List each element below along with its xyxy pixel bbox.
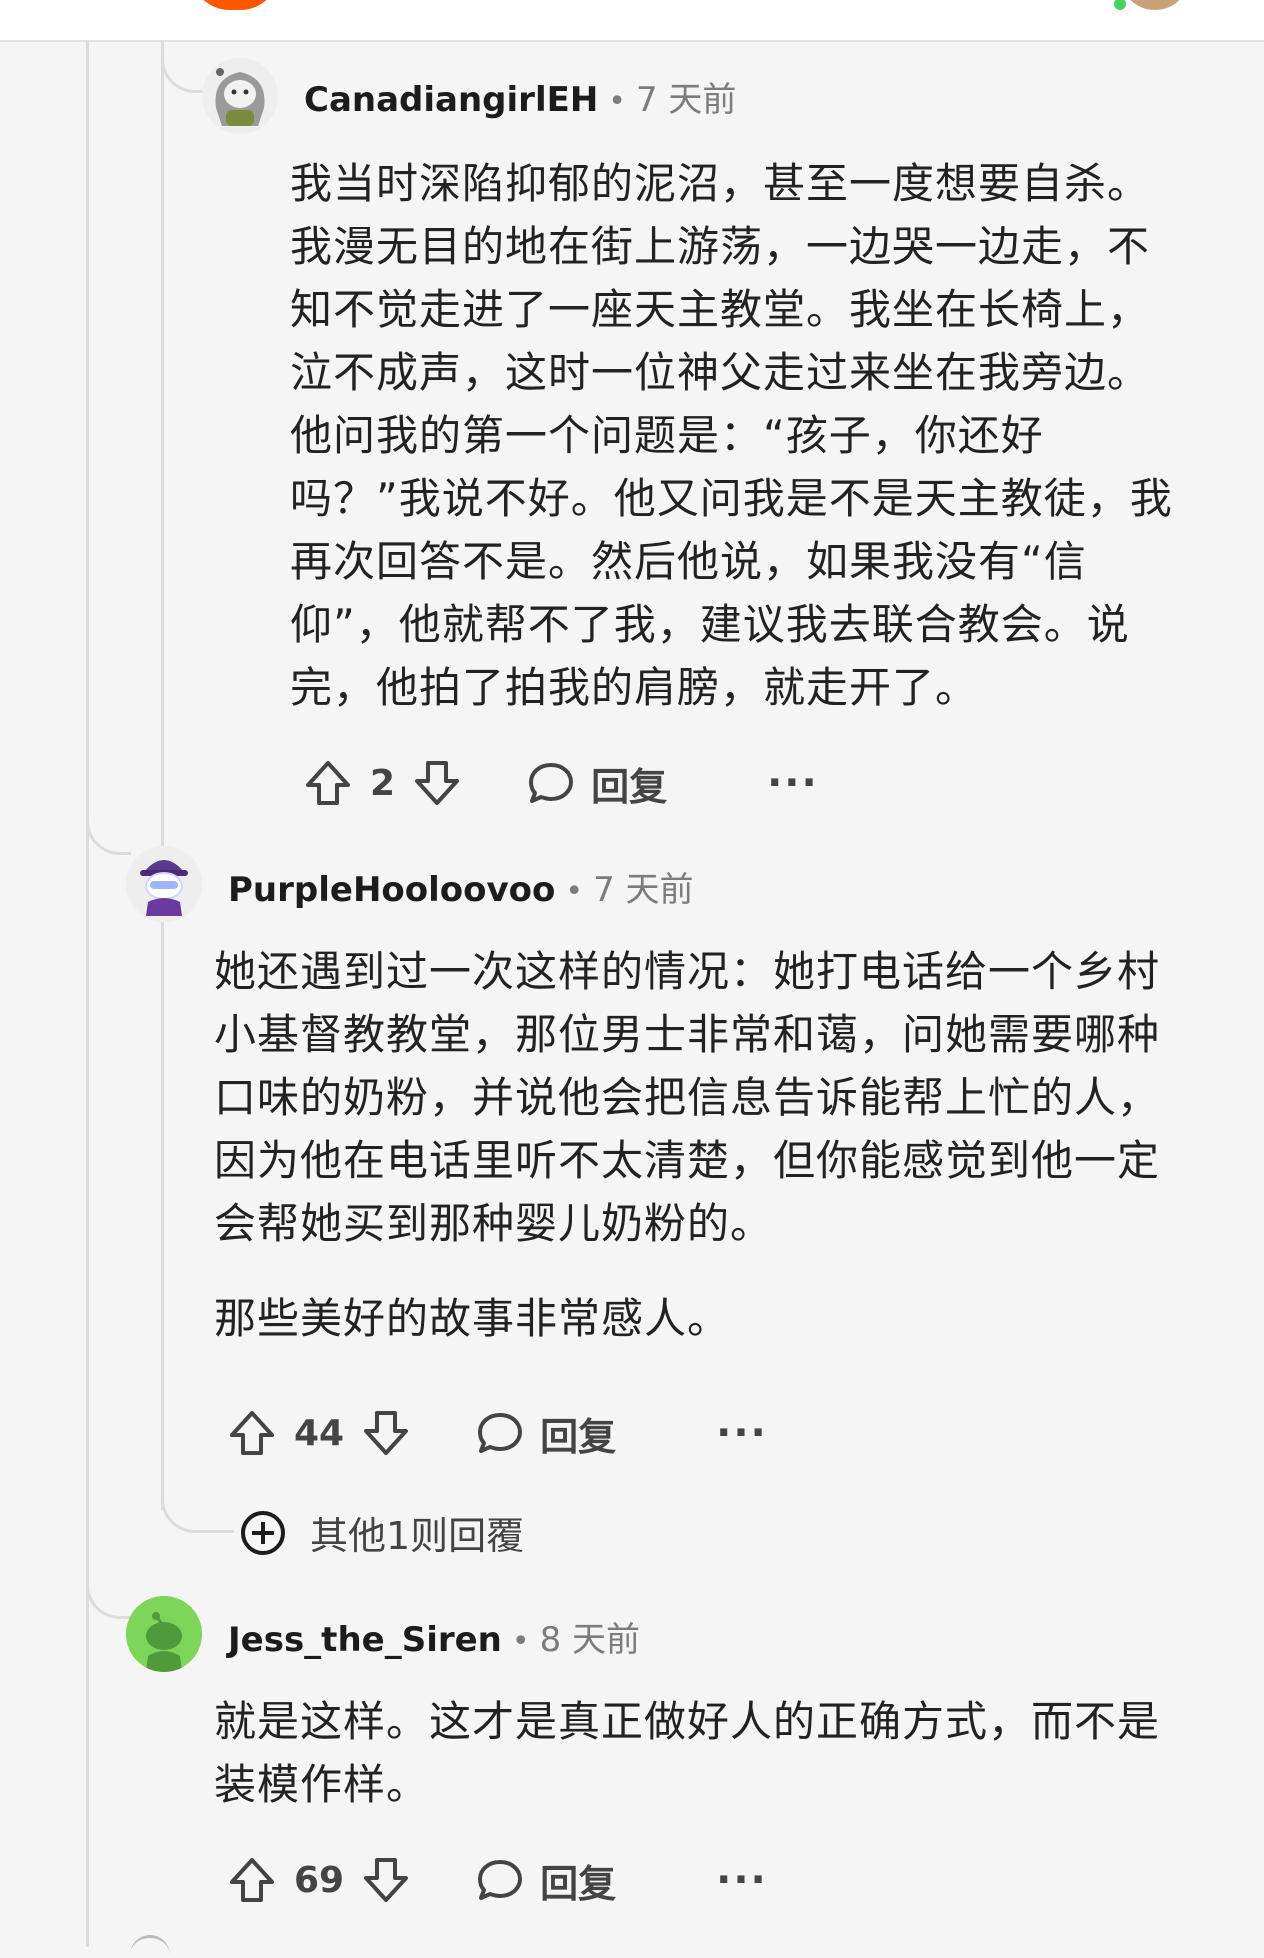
- meta-dot: •: [565, 874, 584, 909]
- comment-body: 她还遇到过一次这样的情况：她打电话给一个乡村小基督教教堂，那位男士非常和蔼，问她…: [214, 940, 1194, 1350]
- thread-connector: [86, 1560, 131, 1619]
- upvote-icon: [230, 1411, 274, 1455]
- comment-actions: 69 回复 ···: [224, 1850, 768, 1910]
- avatar[interactable]: [202, 58, 278, 134]
- thread-connector: [161, 40, 208, 93]
- comment-body: 就是这样。这才是真正做好人的正确方式，而不是装模作样。: [214, 1690, 1194, 1816]
- username[interactable]: PurpleHooloovoo: [228, 870, 555, 910]
- downvote-button[interactable]: [358, 1852, 414, 1908]
- upvote-icon: [306, 761, 350, 805]
- reply-label: 回复: [591, 764, 668, 809]
- user-avatar-icon[interactable]: [1114, 0, 1190, 10]
- more-replies-button[interactable]: 其他1则回覆: [238, 1505, 524, 1560]
- meta-dot: •: [511, 1624, 530, 1659]
- comment-paragraph: 那些美好的故事非常感人。: [214, 1294, 731, 1343]
- comment-paragraph: 我当时深陷抑郁的泥沼，甚至一度想要自杀。我漫无目的地在街上游荡，一边哭一边走，不…: [290, 159, 1173, 712]
- username[interactable]: Jess_the_Siren: [228, 1620, 502, 1660]
- upvote-icon: [230, 1858, 274, 1902]
- app-logo-icon[interactable]: [190, 0, 280, 10]
- comment-bubble-icon: [529, 763, 574, 803]
- reply-label: 回复: [540, 1414, 617, 1459]
- vote-count: 44: [294, 1412, 345, 1454]
- downvote-icon: [415, 761, 460, 805]
- avatar[interactable]: [126, 1596, 202, 1672]
- downvote-icon: [364, 1858, 409, 1902]
- snoo-avatar-icon: [202, 58, 278, 134]
- reply-button[interactable]: 回复: [525, 756, 667, 811]
- thread-line-inner[interactable]: [161, 40, 164, 1510]
- comment-bubble-icon: [478, 1413, 523, 1453]
- meta-dot: •: [608, 84, 626, 119]
- username[interactable]: CanadiangirlEH: [304, 80, 598, 120]
- snoo-avatar-icon: [126, 846, 202, 922]
- downvote-button[interactable]: [358, 1405, 414, 1461]
- more-options-button[interactable]: ···: [716, 1857, 768, 1903]
- timestamp[interactable]: 7 天前: [593, 862, 693, 911]
- top-bar: [0, 0, 1264, 42]
- comment-meta: Jess_the_Siren • 8 天前: [228, 1612, 640, 1661]
- upvote-button[interactable]: [224, 1852, 280, 1908]
- thread-connector: [86, 800, 131, 855]
- vote-count: 69: [294, 1859, 345, 1901]
- avatar[interactable]: [126, 846, 202, 922]
- more-options-button[interactable]: ···: [767, 760, 819, 806]
- comment-meta: PurpleHooloovoo • 7 天前: [228, 862, 694, 911]
- downvote-button[interactable]: [409, 755, 465, 811]
- expand-plus-icon: [241, 1510, 285, 1555]
- comment-actions: 2 回复 ···: [300, 753, 819, 813]
- reply-button[interactable]: 回复: [474, 1406, 616, 1461]
- more-options-button[interactable]: ···: [716, 1410, 768, 1456]
- thread-connector: [161, 1470, 234, 1533]
- upvote-button[interactable]: [300, 755, 356, 811]
- comment-meta: CanadiangirlEH • 7 天前: [304, 72, 736, 121]
- snoo-avatar-icon: [126, 1596, 202, 1672]
- comment-actions: 44 回复 ···: [224, 1403, 768, 1463]
- timestamp[interactable]: 8 天前: [540, 1612, 640, 1661]
- thread-line-outer[interactable]: [86, 40, 89, 1947]
- reply-label: 回复: [540, 1861, 617, 1906]
- comment-bubble-icon: [478, 1860, 523, 1900]
- downvote-icon: [364, 1411, 409, 1455]
- vote-count: 2: [370, 762, 396, 804]
- more-replies-label: 其他1则回覆: [310, 1514, 525, 1558]
- comment-body: 我当时深陷抑郁的泥沼，甚至一度想要自杀。我漫无目的地在街上游荡，一边哭一边走，不…: [290, 152, 1190, 719]
- comment-paragraph: 就是这样。这才是真正做好人的正确方式，而不是装模作样。: [214, 1697, 1161, 1809]
- upvote-button[interactable]: [224, 1405, 280, 1461]
- reply-button[interactable]: 回复: [474, 1853, 616, 1908]
- timestamp[interactable]: 7 天前: [636, 72, 736, 121]
- comment-paragraph: 她还遇到过一次这样的情况：她打电话给一个乡村小基督教教堂，那位男士非常和蔼，问她…: [214, 947, 1161, 1248]
